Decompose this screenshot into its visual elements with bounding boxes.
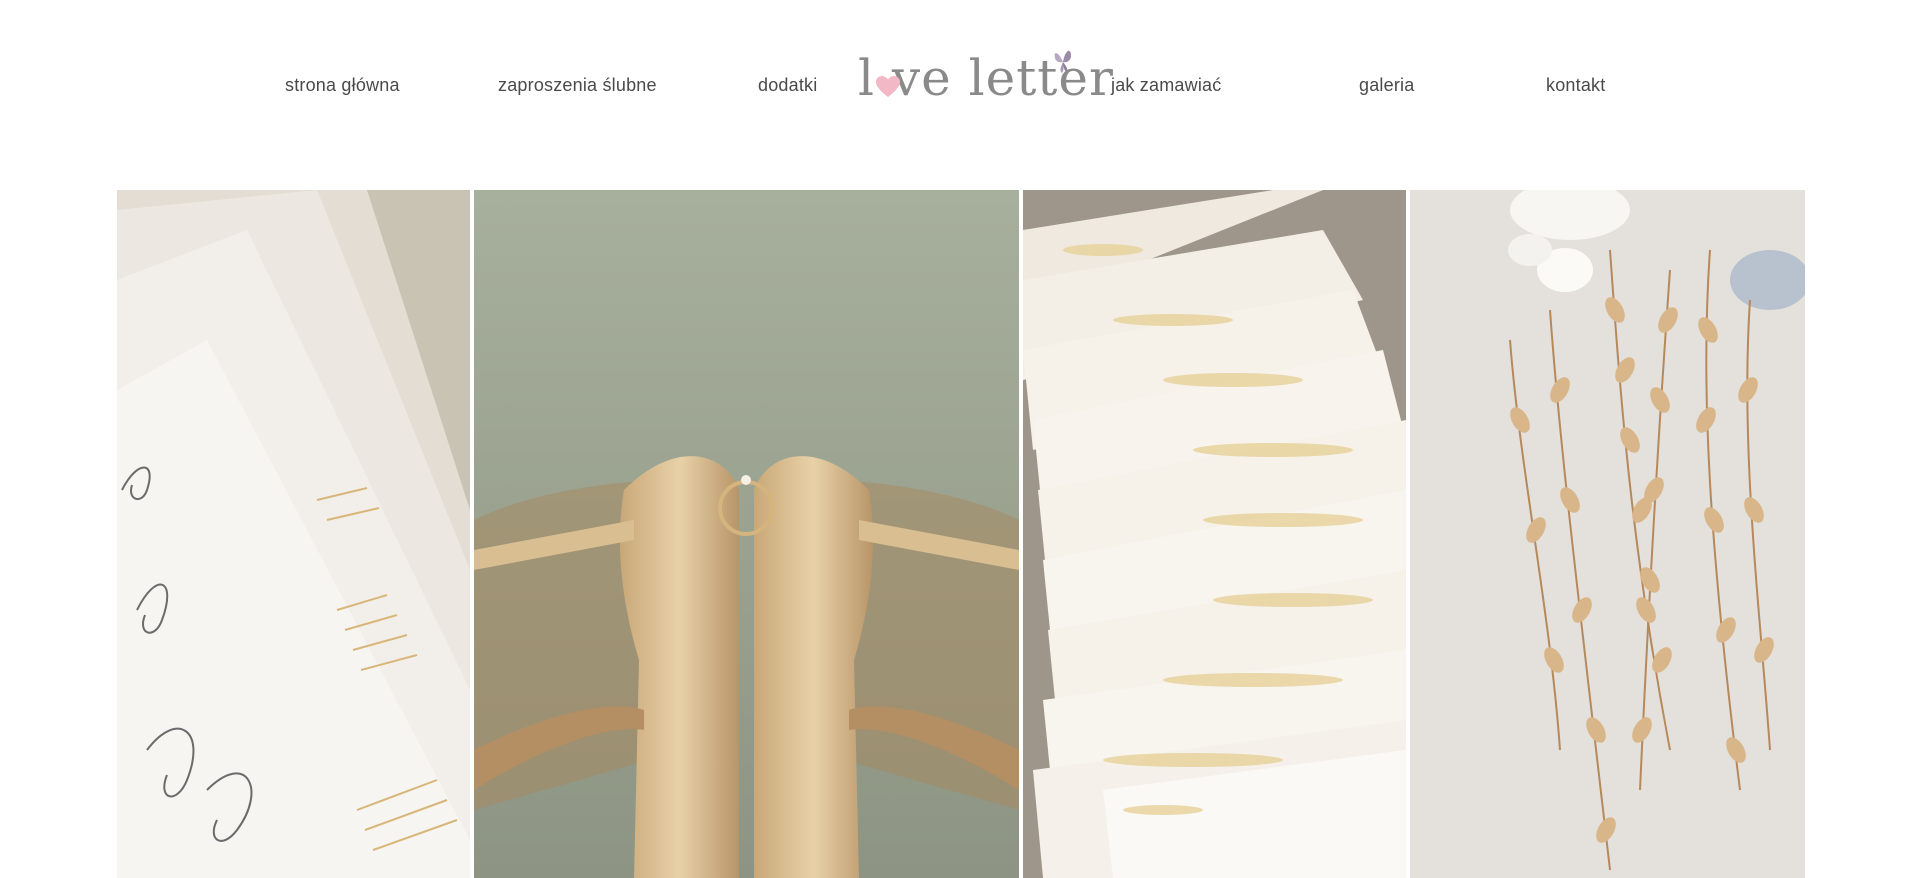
image-icon [474,190,1019,878]
image-icon [1410,190,1805,878]
gallery-image-invitations[interactable] [117,190,470,878]
heart-icon [876,76,900,97]
image-gallery [117,190,1805,878]
site-header: strona główna zaproszenia ślubne dodatki… [0,0,1920,180]
gallery-image-shoes[interactable] [474,190,1019,878]
nav-extras[interactable]: dodatki [758,75,817,96]
logo[interactable]: l ve letter [858,48,1113,108]
gallery-image-foliage[interactable] [1410,190,1805,878]
nav-contact[interactable]: kontakt [1546,75,1605,96]
image-icon [117,190,470,878]
butterfly-icon [1054,50,1071,73]
nav-how-to-order[interactable]: jak zamawiać [1111,75,1221,96]
image-icon [1023,190,1406,878]
nav-invitations[interactable]: zaproszenia ślubne [498,75,657,96]
gallery-image-envelopes[interactable] [1023,190,1406,878]
nav-home[interactable]: strona główna [285,75,400,96]
nav-gallery[interactable]: galeria [1359,75,1414,96]
